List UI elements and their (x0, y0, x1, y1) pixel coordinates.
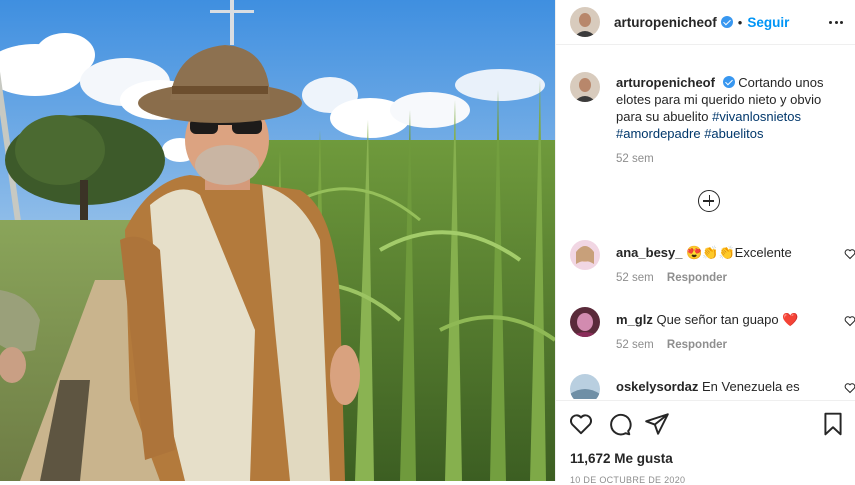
commenter-avatar[interactable] (570, 240, 600, 270)
verified-icon (720, 16, 733, 28)
hashtag-link[interactable]: #amordepadre (616, 126, 701, 141)
hashtag-link[interactable]: #abuelitos (704, 126, 763, 141)
reply-button[interactable]: Responder (667, 339, 727, 351)
like-comment-heart-icon[interactable] (844, 315, 855, 327)
post-footer: 11,672 Me gusta 10 de octubre de 2020 (556, 400, 855, 485)
verified-icon (722, 76, 735, 88)
comment-text: ana_besy_ 😍👏👏Excelente (616, 244, 826, 261)
load-more-comments-icon[interactable] (698, 190, 720, 212)
commenter-avatar[interactable] (570, 374, 600, 399)
post-image (0, 0, 555, 481)
action-bar (568, 411, 846, 437)
post-header: arturopenicheof • Seguir (556, 0, 855, 45)
comments-section[interactable]: arturopenicheof Cortando unos elotes par… (556, 46, 855, 399)
caption-timestamp[interactable]: 52 sem (616, 153, 654, 165)
like-comment-heart-icon[interactable] (844, 248, 855, 260)
author-avatar[interactable] (570, 7, 600, 37)
share-icon[interactable] (644, 411, 670, 437)
like-comment-heart-icon[interactable] (844, 382, 855, 394)
comment-timestamp[interactable]: 52 sem (616, 339, 654, 351)
comment-text: m_glz Que señor tan guapo ❤️ (616, 311, 826, 328)
hashtag-link[interactable]: #vivanlosnietos (712, 109, 801, 124)
comment-body: En Venezuela es (702, 379, 800, 394)
comment-item: m_glz Que señor tan guapo ❤️ 52 sem Resp… (570, 307, 855, 363)
author-username[interactable]: arturopenicheof (614, 15, 717, 30)
caption-username[interactable]: arturopenicheof (616, 75, 715, 90)
heart-icon[interactable] (568, 411, 594, 437)
comment-item: oskelysordaz En Venezuela es (570, 374, 855, 399)
comment-body: Que señor tan guapo ❤️ (656, 312, 799, 327)
instagram-post: arturopenicheof • Seguir arturopenicheof… (0, 0, 855, 485)
comment-username[interactable]: m_glz (616, 312, 653, 327)
reply-button[interactable]: Responder (667, 272, 727, 284)
commenter-avatar[interactable] (570, 307, 600, 337)
follow-button[interactable]: Seguir (747, 15, 789, 30)
comment-meta: 52 sem Responder (616, 339, 727, 351)
comment-icon[interactable] (606, 411, 632, 437)
bookmark-icon[interactable] (820, 411, 846, 437)
separator-dot: • (737, 14, 743, 30)
more-options-icon[interactable] (826, 12, 846, 32)
comment-item: ana_besy_ 😍👏👏Excelente 52 sem Responder (570, 240, 855, 296)
post-photo[interactable] (0, 0, 555, 481)
caption-text: arturopenicheof Cortando unos elotes par… (616, 74, 841, 142)
post-side-panel: arturopenicheof • Seguir arturopenicheof… (555, 0, 855, 485)
comment-username[interactable]: oskelysordaz (616, 379, 698, 394)
comment-meta: 52 sem Responder (616, 272, 727, 284)
comment-body: 😍👏👏Excelente (686, 245, 792, 260)
comment-username[interactable]: ana_besy_ (616, 245, 683, 260)
post-date[interactable]: 10 de octubre de 2020 (570, 475, 685, 485)
caption-avatar[interactable] (570, 72, 600, 102)
comment-text: oskelysordaz En Venezuela es (616, 378, 826, 395)
likes-count[interactable]: 11,672 Me gusta (570, 451, 673, 466)
comment-timestamp[interactable]: 52 sem (616, 272, 654, 284)
